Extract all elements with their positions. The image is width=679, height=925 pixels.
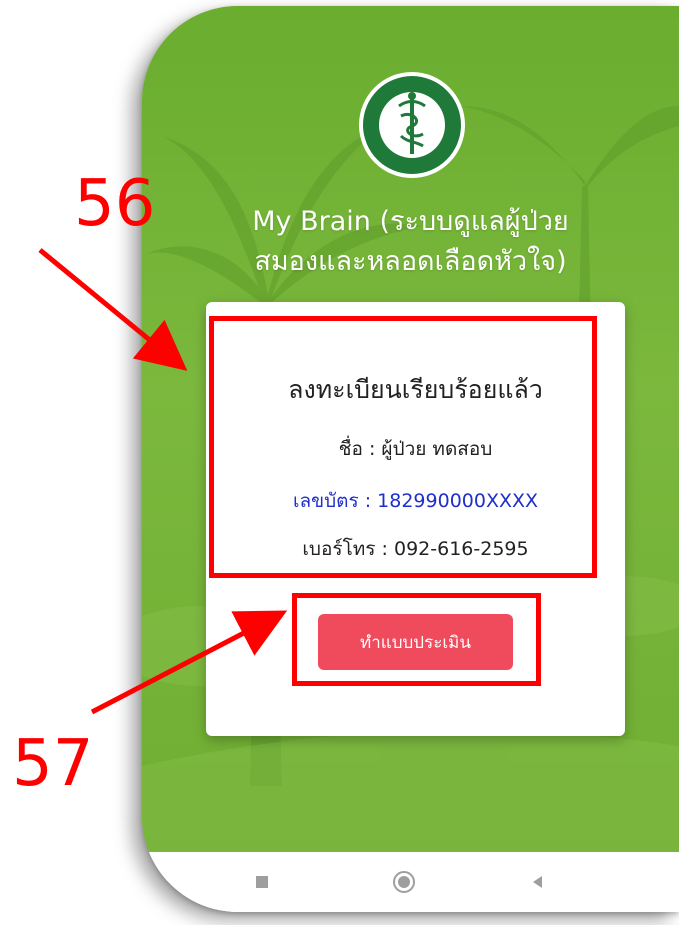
arrow-57 [90, 610, 288, 715]
arrow-56 [38, 248, 188, 371]
annotation-label-57: 57 [12, 727, 94, 801]
screenshot-stage: My Brain (ระบบดูแลผู้ป่วย สมองและหลอดเลื… [0, 0, 679, 925]
annotation-label-56: 56 [74, 167, 156, 241]
annotation-arrows [38, 248, 288, 715]
